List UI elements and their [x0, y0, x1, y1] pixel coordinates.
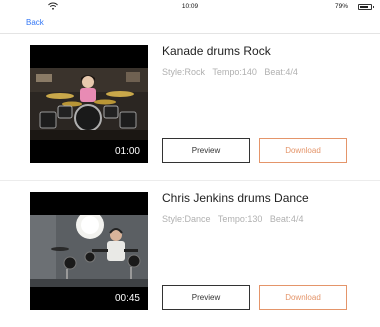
song-title: Chris Jenkins drums Dance	[162, 191, 309, 205]
song-item: 00:45 Chris Jenkins drums Dance Style:Da…	[0, 181, 380, 327]
song-meta: Style:Rock Tempo:140 Beat:4/4	[162, 67, 303, 77]
download-button[interactable]: Download	[259, 138, 347, 163]
preview-button[interactable]: Preview	[162, 138, 250, 163]
song-style: Style:Rock	[162, 67, 206, 77]
video-thumbnail[interactable]: 00:45	[30, 192, 148, 310]
battery-percentage: 79%	[334, 3, 348, 10]
drummer-scene-image	[30, 68, 148, 140]
song-meta: Style:Dance Tempo:130 Beat:4/4	[162, 214, 308, 224]
song-beat: Beat:4/4	[264, 67, 298, 77]
navigation-bar: Back	[0, 14, 380, 34]
video-duration: 00:45	[114, 293, 140, 304]
song-tempo: Tempo:140	[212, 67, 257, 77]
back-button[interactable]: Back	[26, 18, 44, 27]
drummer-scene-image	[30, 215, 148, 287]
status-bar: 10:09 79%	[0, 0, 380, 14]
song-item: 01:00 Kanade drums Rock Style:Rock Tempo…	[0, 34, 380, 181]
song-beat: Beat:4/4	[269, 214, 304, 224]
battery-icon	[358, 4, 374, 10]
preview-button[interactable]: Preview	[162, 285, 250, 310]
status-time: 10:09	[181, 3, 199, 10]
song-style: Style:Dance	[162, 214, 211, 224]
song-title: Kanade drums Rock	[162, 44, 271, 58]
video-thumbnail[interactable]: 01:00	[30, 45, 148, 163]
video-duration: 01:00	[114, 146, 140, 157]
download-button[interactable]: Download	[259, 285, 347, 310]
song-tempo: Tempo:130	[217, 214, 263, 224]
